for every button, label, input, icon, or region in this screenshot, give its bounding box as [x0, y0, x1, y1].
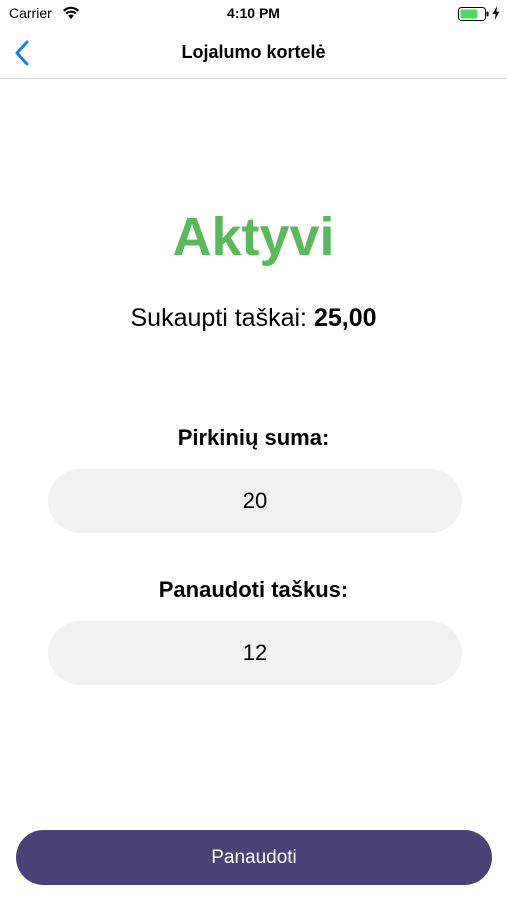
loyalty-card-screen: Carrier 4:10 PM Lojalumo kortelė Aktyvi … — [0, 0, 507, 900]
clock: 4:10 PM — [227, 5, 280, 21]
redeem-button[interactable]: Panaudoti — [16, 830, 492, 885]
status-bar: Carrier 4:10 PM — [0, 0, 507, 28]
points-label: Sukaupti taškai: — [130, 304, 314, 332]
battery-icon — [458, 7, 490, 21]
points-value: 25,00 — [313, 304, 377, 332]
purchase-sum-input[interactable] — [48, 469, 462, 533]
card-status: Aktyvi — [172, 207, 335, 267]
purchase-sum-label: Pirkinių suma: — [177, 425, 330, 450]
points-balance: Sukaupti taškai: 25,00 — [0, 304, 507, 333]
page-title: Lojalumo kortelė — [181, 42, 326, 62]
use-points-label: Panaudoti taškus: — [158, 577, 349, 602]
navigation-bar: Lojalumo kortelė — [0, 28, 507, 79]
charging-icon — [492, 6, 500, 20]
use-points-input[interactable] — [48, 621, 462, 685]
